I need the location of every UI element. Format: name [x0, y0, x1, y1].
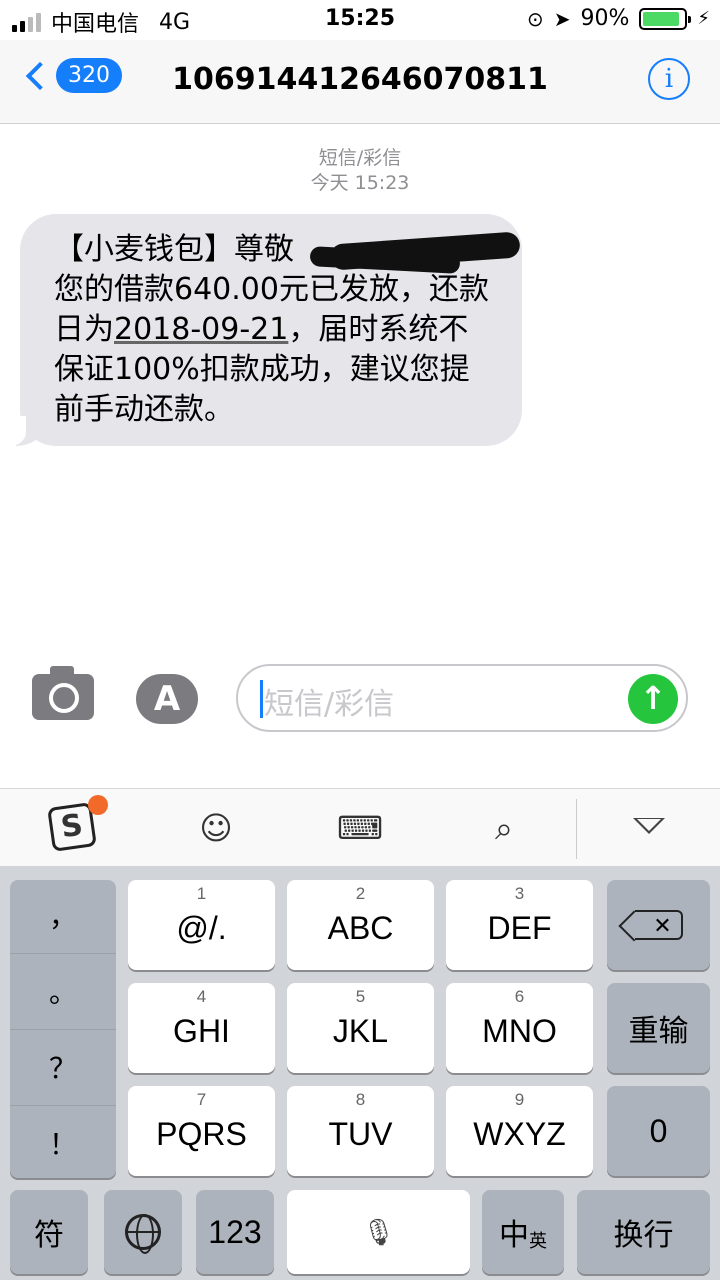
message-meta: 短信/彩信 今天 15:23 [0, 146, 720, 196]
key-number: 5 [355, 987, 366, 1006]
keyboard-layout-icon[interactable]: ⌨ [336, 805, 384, 853]
key-label: GHI [173, 1013, 230, 1049]
key-number: 1 [196, 884, 207, 903]
battery-icon [639, 7, 692, 30]
key-number: 9 [514, 1090, 525, 1109]
key-number: 6 [514, 987, 525, 1006]
numbers-button[interactable]: 123 [196, 1190, 274, 1274]
space-bar[interactable]: 🎙 [287, 1190, 470, 1274]
punctuation-column: ， 。 ？ ！ [10, 880, 116, 1178]
message-timestamp: 今天 15:23 [310, 172, 410, 194]
keyboard: ， 。 ？ ！ 1 @/. 2 ABC 3 DEF ✕ 4 GHI 5 JKL … [0, 866, 720, 1280]
camera-icon[interactable] [32, 666, 94, 720]
message-input-placeholder: 短信/彩信 [264, 687, 395, 722]
key-1[interactable]: 1 @/. [128, 880, 275, 970]
key-8[interactable]: 8 TUV [287, 1086, 434, 1176]
delete-button[interactable]: ✕ [607, 880, 710, 970]
key-4[interactable]: 4 GHI [128, 983, 275, 1073]
key-2[interactable]: 2 ABC [287, 880, 434, 970]
retype-button[interactable]: 重输 [607, 983, 710, 1073]
key-label: @/. [176, 910, 227, 946]
globe-button[interactable] [104, 1190, 182, 1274]
language-main: 中 [499, 1219, 529, 1252]
key-exclamation[interactable]: ！ [10, 1108, 116, 1182]
toolbar-divider [576, 799, 577, 859]
location-icon: ➤ [553, 6, 571, 31]
key-7[interactable]: 7 PQRS [128, 1086, 275, 1176]
return-label: 换行 [613, 1219, 674, 1252]
key-number: 4 [196, 987, 207, 1006]
compose-bar: A 短信/彩信 ↑ [0, 660, 720, 740]
info-icon[interactable]: i [648, 58, 690, 100]
search-icon[interactable]: ⌕ [480, 805, 528, 853]
numbers-label: 123 [208, 1213, 262, 1250]
keyboard-toolbar: S ☺ ⌨ ⌕ [0, 788, 720, 866]
language-toggle[interactable]: 中英 [482, 1190, 564, 1274]
emoji-icon[interactable]: ☺ [192, 805, 240, 853]
backspace-icon: ✕ [634, 910, 683, 940]
key-6[interactable]: 6 MNO [446, 983, 593, 1073]
app-store-icon[interactable]: A [136, 674, 198, 724]
key-3[interactable]: 3 DEF [446, 880, 593, 970]
key-label: WXYZ [473, 1116, 566, 1152]
language-sub: 英 [529, 1231, 547, 1251]
message-type-label: 短信/彩信 [318, 147, 402, 169]
message-date-link[interactable]: 2018-09-21 [114, 312, 288, 347]
charging-icon: ⚡ [697, 8, 710, 29]
retype-label: 重输 [628, 1015, 689, 1048]
key-label: TUV [328, 1116, 393, 1152]
return-button[interactable]: 换行 [577, 1190, 710, 1274]
key-comma[interactable]: ， [10, 880, 116, 954]
navigation-bar: 320 106914412646070811 i [0, 40, 720, 124]
key-label: 0 [649, 1112, 668, 1149]
message-text-part1: 【小麦钱包】尊敬 [54, 232, 294, 267]
key-9[interactable]: 9 WXYZ [446, 1086, 593, 1176]
key-number: 7 [196, 1090, 207, 1109]
microphone-icon: 🎙 [361, 1216, 395, 1247]
key-label: MNO [482, 1013, 557, 1049]
key-0[interactable]: 0 [607, 1086, 710, 1176]
orientation-lock-icon: ⊙ [526, 6, 544, 31]
key-question[interactable]: ？ [10, 1032, 116, 1106]
globe-icon [125, 1214, 161, 1254]
status-bar: 中国电信 4G 15:25 ⊙ ➤ 90% ⚡ [0, 0, 720, 40]
message-bubble: 【小麦钱包】尊敬 您的借款640.00元已发放，还款日为2018-09-21，届… [6, 214, 522, 446]
key-number: 3 [514, 884, 525, 903]
key-label: PQRS [156, 1116, 247, 1152]
text-caret [260, 680, 263, 718]
symbols-button[interactable]: 符 [10, 1190, 88, 1274]
key-number: 8 [355, 1090, 366, 1109]
send-button[interactable]: ↑ [628, 674, 678, 724]
incoming-message[interactable]: 【小麦钱包】尊敬 您的借款640.00元已发放，还款日为2018-09-21，届… [6, 214, 522, 446]
key-label: JKL [332, 1013, 389, 1049]
conversation-title: 106914412646070811 [172, 62, 548, 97]
message-input[interactable]: 短信/彩信 ↑ [236, 664, 688, 732]
key-number: 2 [355, 884, 366, 903]
key-5[interactable]: 5 JKL [287, 983, 434, 1073]
key-label: ABC [327, 910, 394, 946]
sogou-logo-icon[interactable]: S [47, 795, 108, 853]
key-label: DEF [487, 910, 552, 946]
battery-percent: 90% [580, 6, 630, 31]
symbols-label: 符 [34, 1219, 64, 1252]
key-period[interactable]: 。 [10, 956, 116, 1030]
